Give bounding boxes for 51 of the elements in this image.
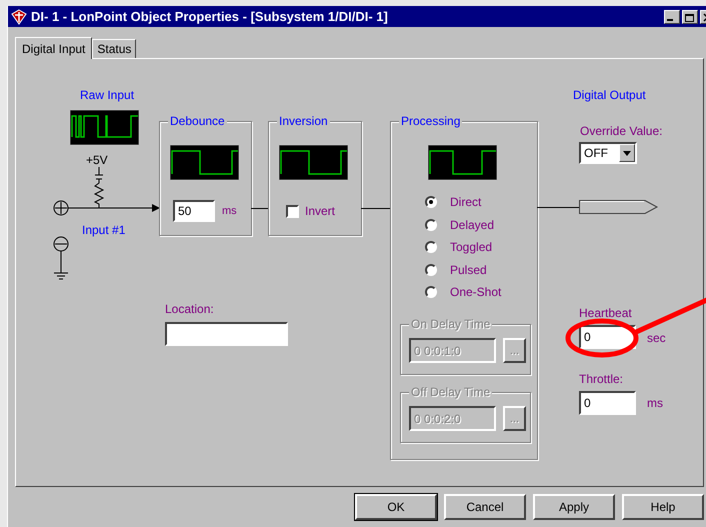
- group-title: On Delay Time: [409, 317, 492, 331]
- tab[interactable]: Digital Input: [15, 37, 92, 59]
- override-dropdown[interactable]: OFF: [579, 142, 637, 164]
- unit-label: ms: [222, 205, 237, 217]
- raw-input-label: Raw Input: [80, 88, 134, 102]
- unit-label: ms: [647, 396, 663, 410]
- radio-label: Direct: [450, 195, 482, 209]
- window-title: DI- 1 - LonPoint Object Properties - [Subsystem 1/DI/DI- 1]: [31, 9, 388, 24]
- radio-label: Delayed: [450, 218, 494, 232]
- location-field[interactable]: [165, 322, 288, 346]
- dialog-button[interactable]: OK: [355, 494, 437, 520]
- invert-checkbox[interactable]: [286, 205, 299, 218]
- output-arrow-icon: [579, 199, 659, 216]
- radio-button[interactable]: [425, 286, 437, 298]
- output-label: Digital Output: [573, 88, 646, 102]
- dialog-button[interactable]: Cancel: [444, 494, 526, 520]
- throttle-field[interactable]: 0: [579, 391, 636, 415]
- group-title: Off Delay Time: [409, 385, 492, 399]
- radio-label: Pulsed: [450, 262, 487, 276]
- waveform-display: [279, 145, 348, 180]
- radio-button[interactable]: [425, 218, 437, 230]
- maximize-icon: [684, 12, 696, 22]
- checkbox-label: Invert: [305, 204, 336, 218]
- dialog-button[interactable]: Help: [622, 494, 704, 520]
- override-label: Override Value:: [580, 124, 662, 138]
- radio-label: Toggled: [450, 240, 492, 254]
- caret-icon: [623, 150, 631, 156]
- minimize-icon: [667, 19, 673, 21]
- group-title: Debounce: [168, 114, 227, 128]
- maximize-button[interactable]: [682, 10, 698, 24]
- radio-button[interactable]: [425, 264, 437, 276]
- tab[interactable]: Status: [92, 39, 136, 58]
- group-title: Inversion: [277, 114, 330, 128]
- debounce-field[interactable]: 50: [173, 200, 215, 222]
- waveform-display: [70, 110, 139, 145]
- radio-button[interactable]: [425, 196, 437, 208]
- throttle-label: Throttle:: [579, 372, 624, 386]
- location-label: Location:: [165, 302, 214, 316]
- waveform-display: [170, 145, 239, 180]
- minimize-button[interactable]: [664, 10, 680, 24]
- app-icon: [11, 8, 27, 24]
- input-label: Input #1: [82, 223, 126, 237]
- radio-button[interactable]: [425, 241, 437, 253]
- unit-label: sec: [647, 331, 666, 345]
- waveform-display: [428, 145, 497, 180]
- heartbeat-label: Heartbeat: [579, 306, 632, 320]
- group-title: Processing: [399, 114, 462, 128]
- radio-label: One-Shot: [450, 285, 502, 299]
- dialog-button[interactable]: Apply: [533, 494, 615, 520]
- voltage-label: +5V: [86, 153, 108, 167]
- ground-terminal-drawing: [52, 236, 70, 280]
